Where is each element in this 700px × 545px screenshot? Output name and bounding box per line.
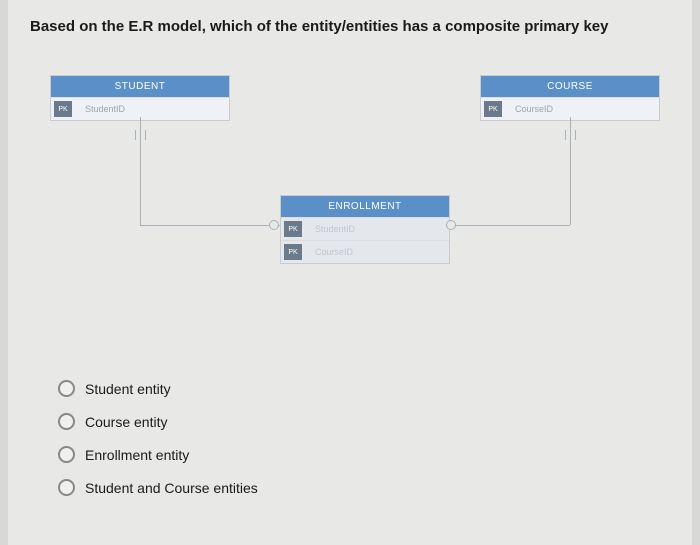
option-label: Enrollment entity <box>85 447 189 463</box>
entity-enrollment-row2: PK CourseID <box>281 240 449 263</box>
option-enrollment-entity[interactable]: Enrollment entity <box>58 446 258 463</box>
entity-course: COURSE PK CourseID <box>480 75 660 121</box>
cardinality-tick-icon <box>565 130 566 140</box>
attr-name: CourseID <box>305 247 353 257</box>
connector-line <box>140 117 141 225</box>
page-container: Based on the E.R model, which of the ent… <box>8 0 692 545</box>
entity-enrollment-row1: PK StudentID <box>281 217 449 240</box>
entity-enrollment: ENROLLMENT PK StudentID PK CourseID <box>280 195 450 264</box>
connector-endpoint-icon <box>269 220 279 230</box>
question-text: Based on the E.R model, which of the ent… <box>30 18 670 35</box>
option-student-and-course[interactable]: Student and Course entities <box>58 479 258 496</box>
entity-student: STUDENT PK StudentID <box>50 75 230 121</box>
entity-student-header: STUDENT <box>51 76 229 97</box>
attr-name: StudentID <box>305 224 355 234</box>
er-diagram: STUDENT PK StudentID COURSE PK CourseID … <box>50 75 670 335</box>
option-label: Student and Course entities <box>85 480 258 496</box>
radio-icon <box>58 479 75 496</box>
answer-options: Student entity Course entity Enrollment … <box>58 380 258 512</box>
pk-badge: PK <box>284 221 302 237</box>
pk-badge: PK <box>284 244 302 260</box>
option-label: Student entity <box>85 381 171 397</box>
connector-endpoint-icon <box>446 220 456 230</box>
attr-name: CourseID <box>505 104 553 114</box>
connector-line <box>450 225 570 226</box>
radio-icon <box>58 413 75 430</box>
radio-icon <box>58 446 75 463</box>
entity-enrollment-header: ENROLLMENT <box>281 196 449 217</box>
option-student-entity[interactable]: Student entity <box>58 380 258 397</box>
option-label: Course entity <box>85 414 167 430</box>
cardinality-tick-icon <box>575 130 576 140</box>
entity-course-header: COURSE <box>481 76 659 97</box>
pk-badge: PK <box>54 101 72 117</box>
connector-line <box>570 117 571 225</box>
cardinality-tick-icon <box>145 130 146 140</box>
attr-name: StudentID <box>75 104 125 114</box>
radio-icon <box>58 380 75 397</box>
cardinality-tick-icon <box>135 130 136 140</box>
pk-badge: PK <box>484 101 502 117</box>
connector-line <box>140 225 280 226</box>
option-course-entity[interactable]: Course entity <box>58 413 258 430</box>
